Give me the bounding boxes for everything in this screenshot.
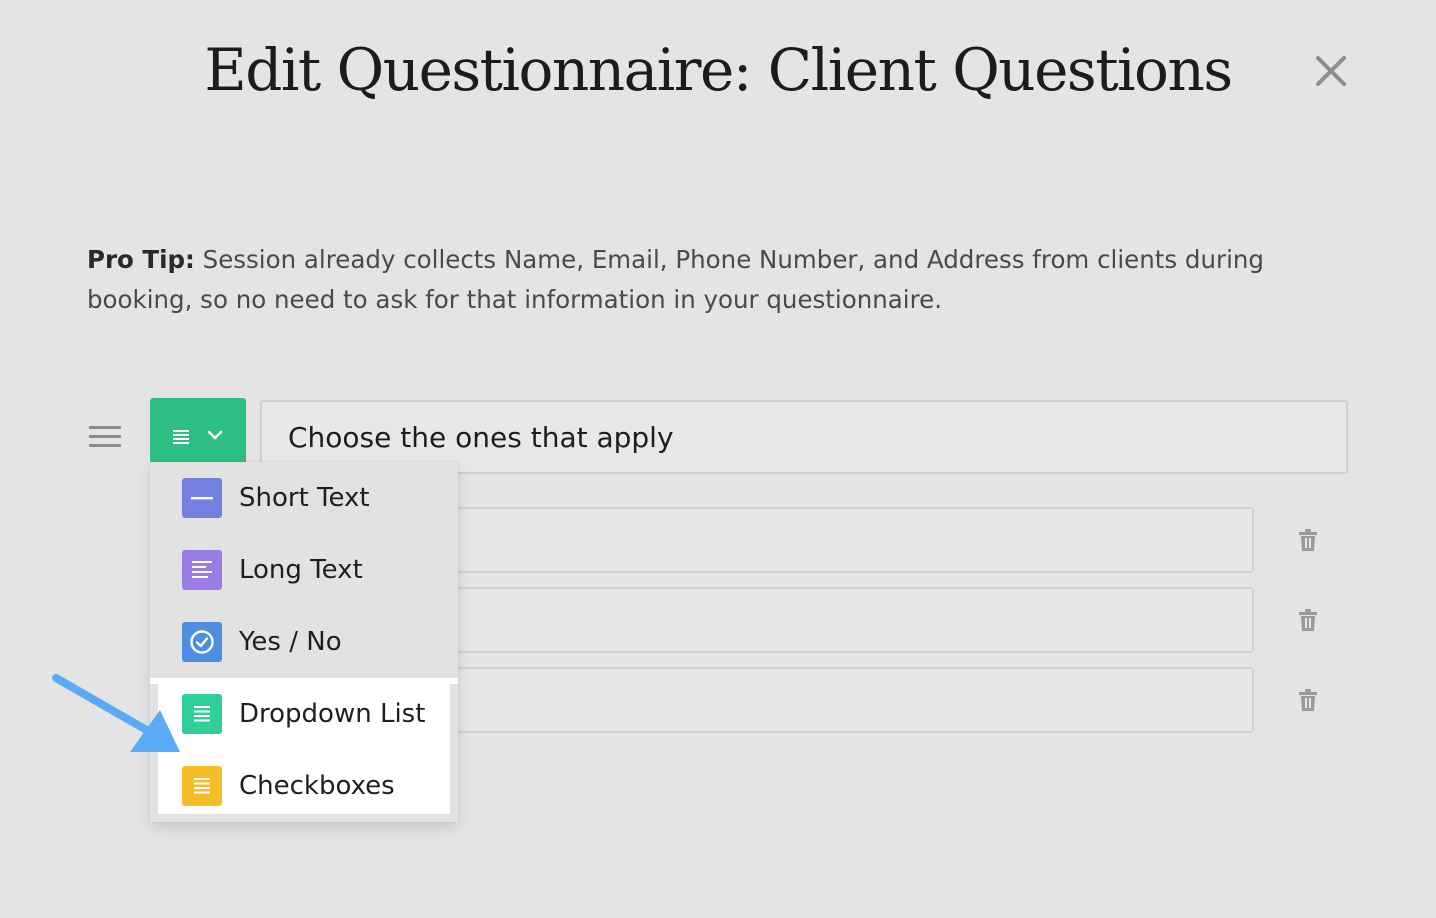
- menu-item-label: Dropdown List: [239, 699, 426, 729]
- pro-tip-label: Pro Tip:: [87, 245, 195, 274]
- pro-tip: Pro Tip: Session already collects Name, …: [87, 240, 1327, 320]
- chevron-down-icon: [207, 430, 223, 440]
- list-icon: [182, 766, 222, 806]
- menu-item-label: Checkboxes: [239, 771, 395, 801]
- close-icon: [1316, 56, 1346, 86]
- option-input[interactable]: [440, 507, 1254, 573]
- annotation-arrow-icon: [52, 674, 180, 752]
- drag-handle-icon[interactable]: [89, 426, 121, 448]
- trash-icon[interactable]: [1298, 688, 1318, 712]
- option-input[interactable]: [440, 667, 1254, 733]
- close-button[interactable]: [1312, 52, 1350, 90]
- pro-tip-text: Session already collects Name, Email, Ph…: [87, 245, 1264, 314]
- option-input[interactable]: [440, 587, 1254, 653]
- menu-item-yes-no[interactable]: Yes / No: [150, 606, 458, 678]
- trash-icon[interactable]: [1298, 528, 1318, 552]
- menu-item-dropdown-list[interactable]: Dropdown List: [150, 678, 458, 750]
- trash-icon[interactable]: [1298, 608, 1318, 632]
- menu-item-long-text[interactable]: Long Text: [150, 534, 458, 606]
- list-icon: [182, 694, 222, 734]
- long-text-icon: [182, 550, 222, 590]
- short-text-icon: [182, 478, 222, 518]
- list-icon: [173, 430, 189, 444]
- menu-item-label: Yes / No: [239, 627, 342, 657]
- question-type-menu: Short Text Long Text Yes / No Dropdown L…: [150, 462, 458, 822]
- menu-item-label: Long Text: [239, 555, 363, 585]
- menu-item-label: Short Text: [239, 483, 370, 513]
- menu-item-short-text[interactable]: Short Text: [150, 462, 458, 534]
- check-circle-icon: [182, 622, 222, 662]
- page-title: Edit Questionnaire: Client Questions: [204, 36, 1233, 104]
- menu-item-checkboxes[interactable]: Checkboxes: [150, 750, 458, 822]
